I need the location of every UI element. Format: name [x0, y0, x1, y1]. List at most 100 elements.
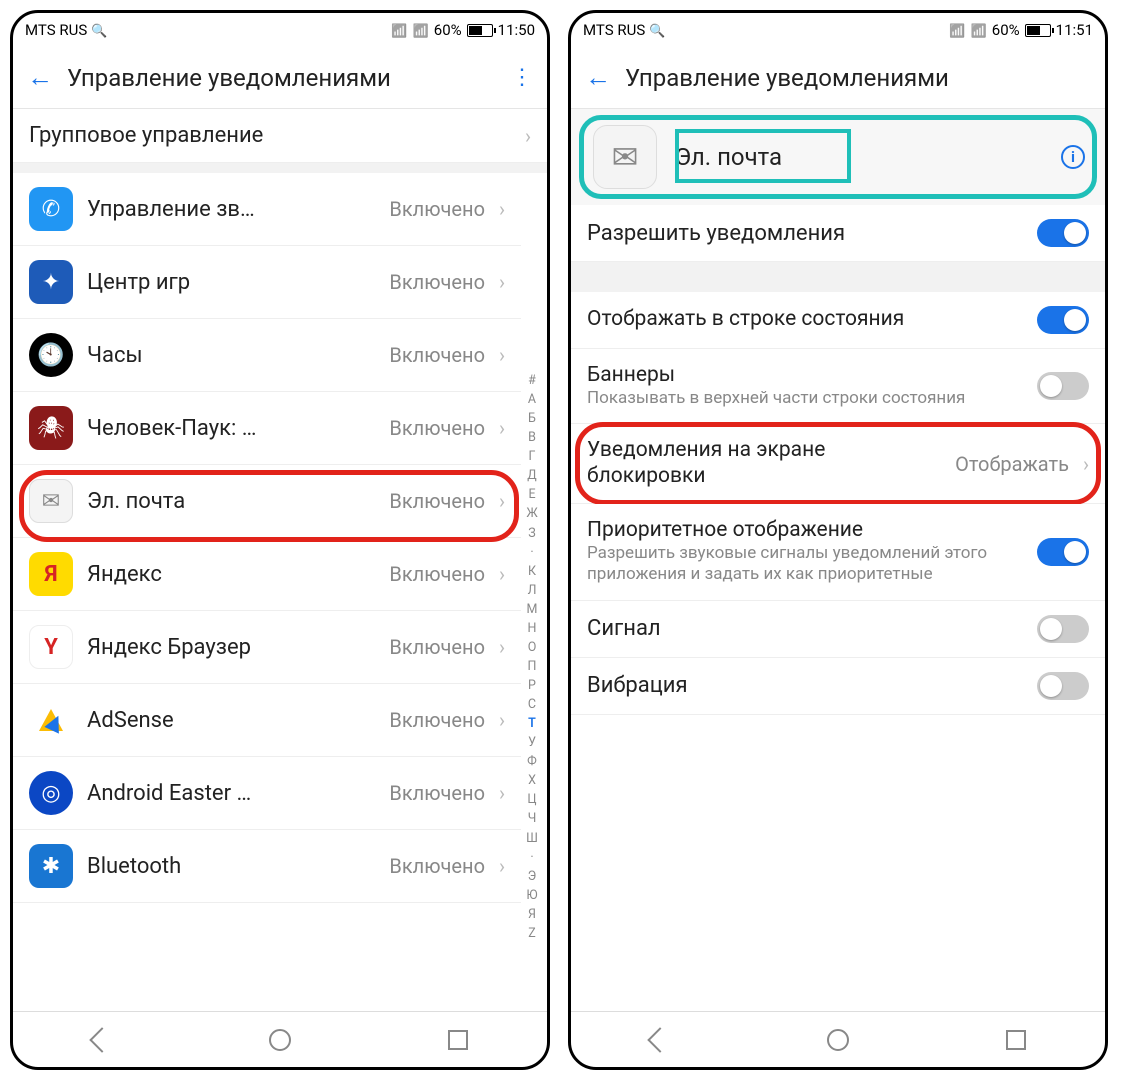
app-name-label: Эл. почта: [87, 489, 375, 514]
row-label: Отображать в строке состояния: [587, 307, 1023, 332]
index-letter[interactable]: Э: [523, 869, 541, 884]
toggle-vibration[interactable]: [1037, 672, 1089, 700]
group-management-row[interactable]: Групповое управление ›: [13, 109, 547, 163]
index-letter[interactable]: Г: [523, 449, 541, 464]
clock: 11:51: [1056, 21, 1093, 39]
app-status: Включено: [389, 343, 485, 367]
phone-icon: ✆: [29, 187, 73, 231]
index-letter[interactable]: Е: [523, 487, 541, 502]
status-bar: MTS RUS 60% 11:50: [13, 13, 547, 47]
app-status: Включено: [389, 635, 485, 659]
more-menu-button[interactable]: ⋮: [511, 65, 533, 90]
app-row-email[interactable]: ✉ Эл. почта Включено ›: [13, 465, 521, 538]
nav-recent-button[interactable]: [444, 1026, 472, 1054]
clock-icon: 🕙: [29, 333, 73, 377]
toggle-statusbar[interactable]: [1037, 306, 1089, 334]
app-row-bluetooth[interactable]: ✱ Bluetooth Включено ›: [13, 830, 521, 903]
index-letter[interactable]: #: [523, 373, 541, 388]
row-sound[interactable]: Сигнал: [571, 601, 1105, 658]
toggle-priority[interactable]: [1037, 538, 1089, 566]
index-letter[interactable]: Ц: [523, 792, 541, 807]
index-letter[interactable]: С: [523, 697, 541, 712]
row-show-in-statusbar[interactable]: Отображать в строке состояния: [571, 292, 1105, 349]
index-letter[interactable]: Ж: [523, 506, 541, 521]
index-letter[interactable]: З: [523, 526, 541, 541]
index-letter[interactable]: Ю: [523, 888, 541, 903]
alphabet-index[interactable]: # АБВГДЕЖЗ · КЛМНОПРСТУФХЦЧШ · ЭЮЯZ: [523, 373, 541, 941]
android-easter-icon: ◎: [29, 771, 73, 815]
row-sublabel: Показывать в верхней части строки состоя…: [587, 388, 1023, 409]
search-icon: [649, 21, 665, 39]
app-row-call-management[interactable]: ✆ Управление зв… Включено ›: [13, 173, 521, 246]
index-letter[interactable]: Ч: [523, 811, 541, 826]
app-row-adsense[interactable]: AdSense Включено ›: [13, 684, 521, 757]
chevron-right-icon: ›: [525, 124, 531, 148]
toggle-banners[interactable]: [1037, 372, 1089, 400]
index-letter[interactable]: М: [523, 602, 541, 617]
index-letter[interactable]: Х: [523, 773, 541, 788]
index-letter[interactable]: У: [523, 735, 541, 750]
index-letter[interactable]: Т: [523, 716, 541, 731]
chevron-right-icon: ›: [499, 270, 505, 294]
app-row-android-easter[interactable]: ◎ Android Easter … Включено ›: [13, 757, 521, 830]
index-letter[interactable]: Л: [523, 583, 541, 598]
app-status: Включено: [389, 197, 485, 221]
signal-icon: [413, 21, 429, 39]
nav-home-button[interactable]: [824, 1026, 852, 1054]
battery-icon: [1025, 24, 1051, 37]
page-title: Управление уведомлениями: [67, 64, 497, 92]
row-banners[interactable]: Баннеры Показывать в верхней части строк…: [571, 349, 1105, 424]
nav-back-button[interactable]: [88, 1026, 116, 1054]
app-row-spiderman[interactable]: 🕷 Человек-Паук: … Включено ›: [13, 392, 521, 465]
index-letter[interactable]: П: [523, 659, 541, 674]
app-list[interactable]: ✆ Управление зв… Включено › ✦ Центр игр …: [13, 173, 547, 1011]
app-row-yandex-browser[interactable]: Y Яндекс Браузер Включено ›: [13, 611, 521, 684]
index-letter[interactable]: А: [523, 392, 541, 407]
row-allow-notifications[interactable]: Разрешить уведомления: [571, 205, 1105, 262]
index-letter[interactable]: Ш: [523, 831, 541, 846]
app-status: Включено: [389, 854, 485, 878]
index-letter[interactable]: К: [523, 564, 541, 579]
app-row-clock[interactable]: 🕙 Часы Включено ›: [13, 319, 521, 392]
nav-home-button[interactable]: [266, 1026, 294, 1054]
index-letter[interactable]: ·: [523, 545, 541, 560]
nav-recent-button[interactable]: [1002, 1026, 1030, 1054]
clock: 11:50: [498, 21, 535, 39]
chevron-right-icon: ›: [499, 781, 505, 805]
index-letter[interactable]: В: [523, 430, 541, 445]
status-bar: MTS RUS 60% 11:51: [571, 13, 1105, 47]
index-letter[interactable]: ·: [523, 850, 541, 865]
info-icon[interactable]: i: [1061, 145, 1085, 169]
chevron-right-icon: ›: [499, 489, 505, 513]
chevron-right-icon: ›: [499, 708, 505, 732]
row-vibration[interactable]: Вибрация: [571, 658, 1105, 715]
signal-icon: [971, 21, 987, 39]
app-status: Включено: [389, 781, 485, 805]
index-letter[interactable]: Н: [523, 621, 541, 636]
row-priority-display[interactable]: Приоритетное отображение Разрешить звуко…: [571, 504, 1105, 601]
nav-back-button[interactable]: [646, 1026, 674, 1054]
app-row-game-center[interactable]: ✦ Центр игр Включено ›: [13, 246, 521, 319]
index-letter[interactable]: Ф: [523, 754, 541, 769]
app-status: Включено: [389, 489, 485, 513]
app-name-label: Управление зв…: [87, 197, 375, 222]
app-status: Включено: [389, 562, 485, 586]
index-letter[interactable]: О: [523, 640, 541, 655]
app-name-label: Яндекс: [87, 562, 375, 587]
section-gap: [13, 163, 547, 173]
back-button[interactable]: ←: [585, 62, 611, 93]
toggle-allow-notifications[interactable]: [1037, 219, 1089, 247]
adsense-icon: [29, 698, 73, 742]
index-letter[interactable]: Я: [523, 907, 541, 922]
index-letter[interactable]: Z: [523, 926, 541, 941]
index-letter[interactable]: Р: [523, 678, 541, 693]
app-row-yandex[interactable]: Я Яндекс Включено ›: [13, 538, 521, 611]
app-bar: ← Управление уведомлениями: [571, 47, 1105, 109]
index-letter[interactable]: Д: [523, 468, 541, 483]
toggle-sound[interactable]: [1037, 615, 1089, 643]
yandex-icon: Я: [29, 552, 73, 596]
back-button[interactable]: ←: [27, 62, 53, 93]
index-letter[interactable]: Б: [523, 411, 541, 426]
chevron-right-icon: ›: [499, 343, 505, 367]
row-lockscreen-notifications[interactable]: Уведомления на экране блокировки Отображ…: [571, 424, 1105, 503]
